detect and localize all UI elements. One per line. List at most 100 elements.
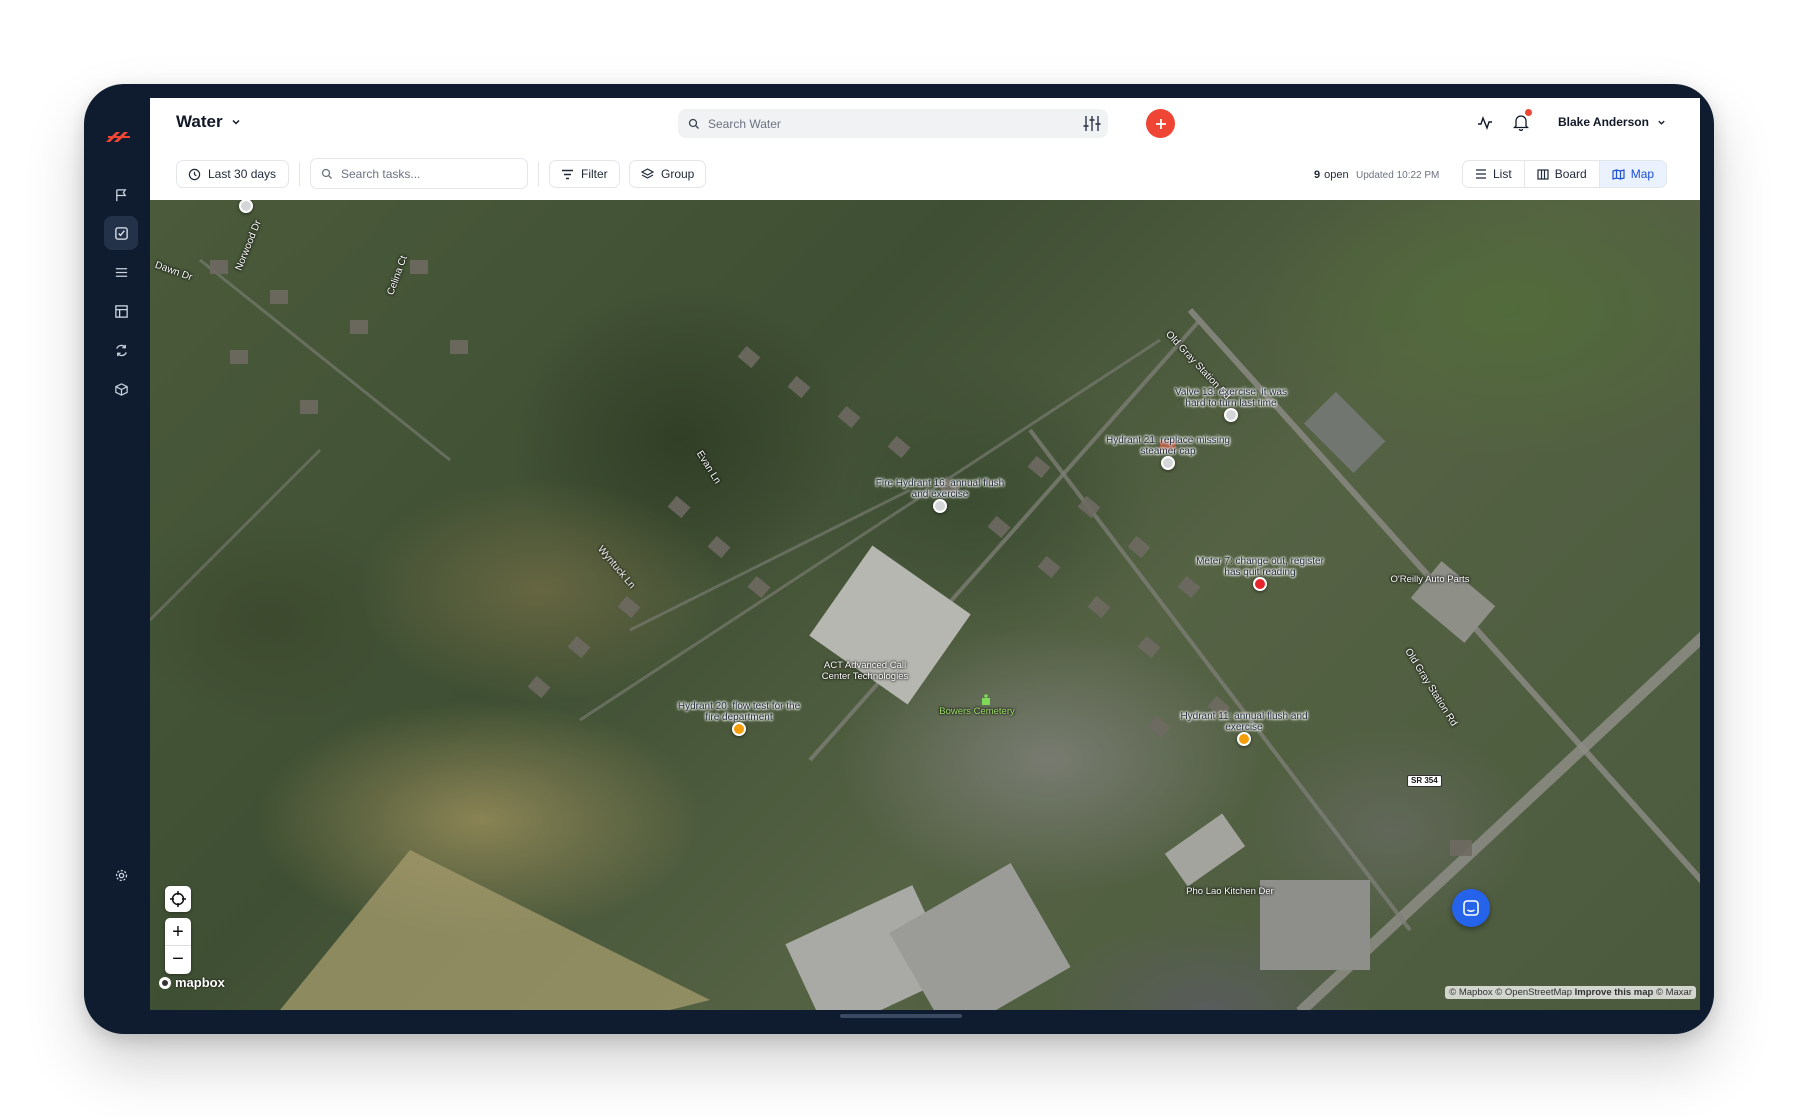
sidebar-item-settings[interactable] xyxy=(104,858,138,892)
marker-label-hydrant-20: Hydrant 20: flow test for the fire depar… xyxy=(677,701,801,723)
search-icon xyxy=(688,118,699,129)
search-filters-button[interactable] xyxy=(1082,114,1102,138)
marker-label-meter-7: Meter 7: change out, register has quit r… xyxy=(1196,556,1324,578)
date-range-label: Last 30 days xyxy=(208,167,277,181)
table-icon xyxy=(114,304,128,318)
chevron-down-icon xyxy=(232,119,240,125)
logo-mark-icon xyxy=(106,132,130,142)
building xyxy=(1303,391,1386,474)
sidebar xyxy=(84,98,150,1010)
board-icon xyxy=(1537,168,1549,180)
open-task-count: 9 open xyxy=(1314,169,1349,181)
plus-icon xyxy=(1155,118,1166,129)
cemetery-icon xyxy=(982,694,990,705)
sidebar-item-flag[interactable] xyxy=(104,178,138,212)
map-icon xyxy=(1612,168,1625,180)
sidebar-item-tasks[interactable] xyxy=(104,216,138,250)
user-menu[interactable]: Blake Anderson xyxy=(1558,115,1666,129)
notifications-button[interactable] xyxy=(1512,114,1530,136)
group-button[interactable]: Group xyxy=(629,160,707,188)
layers-icon xyxy=(641,167,654,179)
sidebar-item-assets[interactable] xyxy=(104,372,138,406)
filter-icon xyxy=(562,169,573,179)
route-shield-sr354: SR 354 xyxy=(1407,775,1442,787)
field xyxy=(280,850,710,1010)
create-button[interactable] xyxy=(1146,109,1175,138)
flag-icon xyxy=(115,188,126,201)
workspace-title: Water xyxy=(176,112,223,131)
group-label: Group xyxy=(661,167,695,181)
place-label-cemetery: Bowers Cemetery xyxy=(939,706,1015,717)
marker-label-hydrant-21: Hydrant 21: replace missing steamer cap xyxy=(1106,435,1230,457)
task-marker-fire-hydrant-16[interactable] xyxy=(933,499,947,513)
last-updated: Updated 10:22 PM xyxy=(1356,170,1440,181)
marker-label-fire-hydrant-16: Fire Hydrant 16: annual flush and exerci… xyxy=(875,478,1005,500)
divider xyxy=(538,162,539,186)
map-view[interactable]: Dawn Dr Norwood Dr Celina Ct Evan Ln Wyn… xyxy=(150,200,1700,1010)
mapbox-logo[interactable]: mapbox xyxy=(158,975,225,990)
list-icon xyxy=(115,267,127,277)
attribution-osm[interactable]: © OpenStreetMap xyxy=(1495,987,1572,998)
map-attribution: © Mapbox © OpenStreetMap Improve this ma… xyxy=(1445,986,1696,999)
zoom-controls: + − xyxy=(165,918,191,974)
task-search-input[interactable] xyxy=(339,165,513,182)
view-tab-map[interactable]: Map xyxy=(1599,161,1667,187)
view-tab-label: Board xyxy=(1554,167,1587,181)
place-label-act: ACT Advanced Call Center Technologies xyxy=(821,660,909,682)
repeat-icon xyxy=(115,344,127,356)
crosshair-icon xyxy=(170,891,186,907)
zoom-out-button[interactable]: − xyxy=(165,946,191,974)
notification-badge xyxy=(1525,109,1532,116)
date-range-button[interactable]: Last 30 days xyxy=(176,160,289,188)
chat-launcher-button[interactable] xyxy=(1452,889,1490,927)
chevron-down-icon xyxy=(1658,120,1665,125)
task-marker-valve-13[interactable] xyxy=(1224,408,1238,422)
app-screen: Water Blake Anderson xyxy=(150,98,1700,1010)
search-icon xyxy=(321,168,332,179)
task-marker-hydrant-11[interactable] xyxy=(1237,732,1251,746)
box-icon xyxy=(114,382,128,396)
user-name: Blake Anderson xyxy=(1558,115,1649,129)
bell-icon xyxy=(1512,115,1530,132)
open-count-label: open xyxy=(1324,169,1349,181)
place-label-oreilly: O'Reilly Auto Parts xyxy=(1390,574,1470,585)
task-search[interactable] xyxy=(310,158,528,189)
sliders-icon xyxy=(1083,116,1101,131)
activity-icon xyxy=(1478,115,1492,131)
top-header: Water Blake Anderson xyxy=(150,98,1700,150)
chat-icon xyxy=(1463,900,1479,916)
mapbox-logo-icon xyxy=(159,976,171,989)
filter-button[interactable]: Filter xyxy=(549,160,620,188)
filter-label: Filter xyxy=(581,167,608,181)
divider xyxy=(299,162,300,186)
mapbox-logo-text: mapbox xyxy=(175,975,225,990)
zoom-in-button[interactable]: + xyxy=(165,918,191,946)
global-search-input[interactable] xyxy=(706,115,1070,132)
global-search[interactable] xyxy=(678,109,1108,138)
check-square-icon xyxy=(114,226,128,240)
gear-icon xyxy=(115,869,127,881)
list-icon xyxy=(1476,169,1486,179)
marker-label-hydrant-11: Hydrant 11: annual flush and exercise xyxy=(1180,711,1308,733)
view-tab-list[interactable]: List xyxy=(1463,161,1525,187)
view-tab-board[interactable]: Board xyxy=(1525,161,1600,187)
task-marker-hydrant-20[interactable] xyxy=(732,722,746,736)
sidebar-item-list[interactable] xyxy=(104,255,138,289)
sidebar-item-recurring[interactable] xyxy=(104,333,138,367)
building xyxy=(1164,813,1246,887)
open-count-number: 9 xyxy=(1314,169,1321,181)
view-tab-label: Map xyxy=(1630,167,1655,181)
attribution-improve[interactable]: Improve this map xyxy=(1575,987,1654,998)
task-marker-meter-7[interactable] xyxy=(1253,577,1267,591)
task-marker-hydrant-21[interactable] xyxy=(1161,456,1175,470)
activity-button[interactable] xyxy=(1477,115,1493,136)
geolocate-button[interactable] xyxy=(165,886,191,912)
attribution-maxar[interactable]: © Maxar xyxy=(1656,987,1692,998)
app-logo[interactable] xyxy=(104,128,132,151)
sidebar-item-table[interactable] xyxy=(104,294,138,328)
workspace-switcher[interactable]: Water xyxy=(176,112,241,132)
attribution-mapbox[interactable]: © Mapbox xyxy=(1449,987,1492,998)
road-street xyxy=(150,448,322,622)
task-toolbar: Last 30 days Filter Group 9open Updated … xyxy=(150,149,1700,200)
marker-label-valve-13: Valve 13: exercise, it was hard to turn … xyxy=(1174,387,1288,409)
